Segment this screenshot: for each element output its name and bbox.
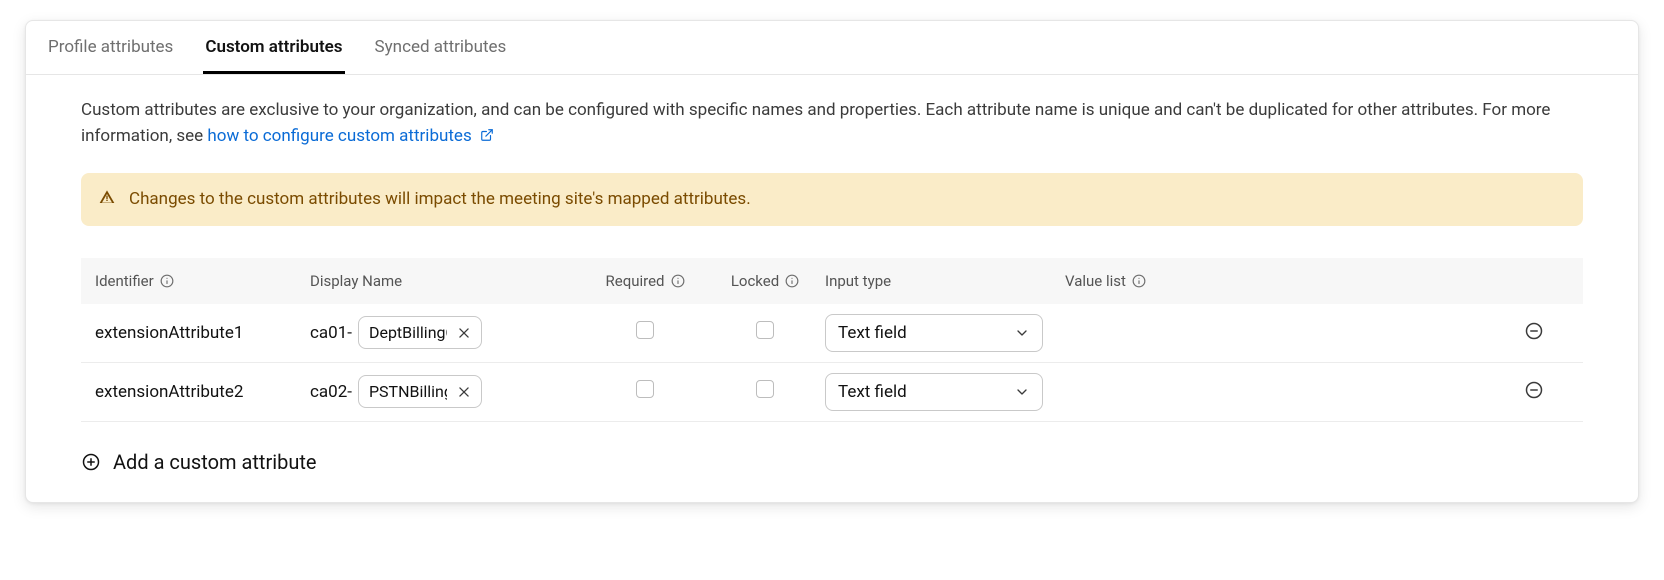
col-locked: Locked [705,272,825,290]
plus-circle-icon [81,452,101,472]
intro-help-link-text: how to configure custom attributes [207,126,471,146]
required-checkbox[interactable] [636,380,654,398]
col-identifier: Identifier [95,272,310,290]
col-identifier-label: Identifier [95,272,154,290]
remove-row-button[interactable] [1523,379,1545,401]
input-type-cell: Text field [825,314,1065,352]
col-display-name-label: Display Name [310,272,402,290]
warning-icon [99,189,115,210]
chevron-down-icon [1014,325,1030,341]
required-checkbox[interactable] [636,321,654,339]
identifier-cell: extensionAttribute1 [95,323,310,343]
warning-text: Changes to the custom attributes will im… [129,189,751,209]
identifier-cell: extensionAttribute2 [95,382,310,402]
add-custom-attribute-button[interactable]: Add a custom attribute [81,450,1583,474]
display-name-input[interactable] [369,382,447,401]
table-header: Identifier Display Name Required Locked [81,258,1583,304]
info-icon[interactable] [785,274,799,288]
tabs-bar: Profile attributes Custom attributes Syn… [26,21,1638,75]
display-name-input[interactable] [369,323,447,342]
input-type-select[interactable]: Text field [825,314,1043,352]
col-value-list-label: Value list [1065,272,1126,290]
intro-text: Custom attributes are exclusive to your … [81,97,1583,151]
col-required-label: Required [606,272,665,290]
actions-cell [1499,320,1569,346]
custom-attributes-panel: Custom attributes are exclusive to your … [26,75,1638,502]
display-name-cell: ca01- [310,316,585,349]
col-locked-label: Locked [731,272,779,290]
info-icon[interactable] [160,274,174,288]
chevron-down-icon [1014,384,1030,400]
locked-cell [705,321,825,344]
locked-cell [705,380,825,403]
external-link-icon [480,127,494,147]
intro-help-link[interactable]: how to configure custom attributes [207,126,494,146]
input-type-select[interactable]: Text field [825,373,1043,411]
col-value-list: Value list [1065,272,1499,290]
required-cell [585,321,705,344]
table-row: extensionAttribute2 ca02- [81,363,1583,422]
input-type-value: Text field [838,382,907,402]
tab-profile-attributes[interactable]: Profile attributes [46,21,175,74]
clear-icon[interactable] [457,385,471,399]
info-icon[interactable] [671,274,685,288]
warning-alert: Changes to the custom attributes will im… [81,173,1583,226]
attributes-card: Profile attributes Custom attributes Syn… [25,20,1639,503]
clear-icon[interactable] [457,326,471,340]
display-name-prefix: ca02- [310,382,352,402]
locked-checkbox[interactable] [756,321,774,339]
display-name-prefix: ca01- [310,323,352,343]
col-required: Required [585,272,705,290]
tab-synced-attributes[interactable]: Synced attributes [373,21,509,74]
col-input-type: Input type [825,272,1065,290]
display-name-chip [358,375,482,408]
col-input-type-label: Input type [825,272,891,290]
locked-checkbox[interactable] [756,380,774,398]
tab-custom-attributes[interactable]: Custom attributes [203,21,344,74]
actions-cell [1499,379,1569,405]
col-display-name: Display Name [310,272,585,290]
remove-row-button[interactable] [1523,320,1545,342]
required-cell [585,380,705,403]
attributes-table: Identifier Display Name Required Locked [81,258,1583,422]
display-name-chip [358,316,482,349]
input-type-cell: Text field [825,373,1065,411]
display-name-cell: ca02- [310,375,585,408]
add-custom-attribute-label: Add a custom attribute [113,450,317,474]
info-icon[interactable] [1132,274,1146,288]
input-type-value: Text field [838,323,907,343]
table-row: extensionAttribute1 ca01- [81,304,1583,363]
